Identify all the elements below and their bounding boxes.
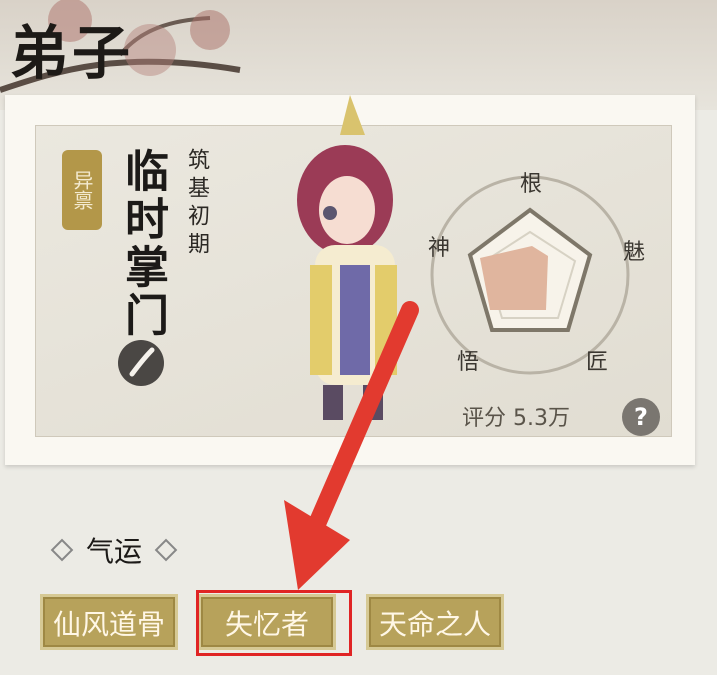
help-icon[interactable]: ? bbox=[622, 398, 660, 436]
radar-label-insight: 悟 bbox=[457, 350, 480, 375]
talent-badge: 异禀 bbox=[62, 150, 102, 230]
radar-label-root: 根 bbox=[520, 172, 543, 197]
tag-immortal-bones[interactable]: 仙风道骨 bbox=[40, 594, 178, 650]
fortune-label-text: 气运 bbox=[86, 535, 143, 568]
radar-label-charm: 魅 bbox=[623, 240, 646, 265]
pointer-arrow bbox=[284, 301, 419, 590]
radar-label-craft: 匠 bbox=[586, 350, 609, 375]
fortune-section-label: 气运 bbox=[38, 530, 190, 570]
diamond-icon-left bbox=[50, 538, 74, 562]
radar-label-spirit: 神 bbox=[428, 236, 451, 261]
tag-destined-one[interactable]: 天命之人 bbox=[366, 594, 504, 650]
brush-icon[interactable] bbox=[118, 340, 164, 386]
diamond-icon-right bbox=[154, 538, 178, 562]
page-title: 弟子 bbox=[10, 19, 135, 87]
score-text: 评分 5.3万 bbox=[462, 406, 570, 431]
cultivation-realm: 筑基初期 bbox=[184, 148, 209, 260]
disciple-name: 临时掌门 bbox=[117, 148, 168, 340]
